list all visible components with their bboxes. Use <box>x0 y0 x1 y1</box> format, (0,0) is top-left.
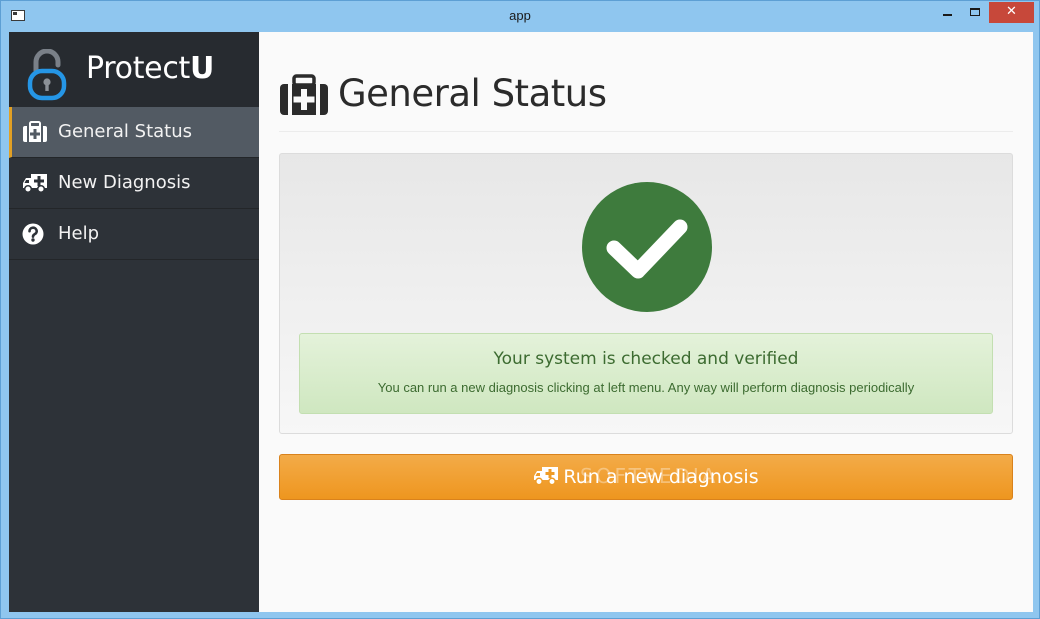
app-content: ProtectU General Status New Diagnosis He… <box>9 32 1033 612</box>
sidebar-item-general-status[interactable]: General Status <box>9 107 259 158</box>
run-diagnosis-button[interactable]: Run a new diagnosis SOFTPEDIA <box>279 454 1013 500</box>
sidebar-item-new-diagnosis[interactable]: New Diagnosis <box>9 158 259 209</box>
close-icon: ✕ <box>1006 4 1017 19</box>
medkit-icon <box>23 121 47 142</box>
brand-name: ProtectU <box>86 51 214 86</box>
app-window: app ✕ ProtectU General Status New Diagno… <box>0 0 1040 619</box>
ambulance-icon <box>23 174 47 194</box>
sidebar: ProtectU General Status New Diagnosis He… <box>9 32 259 612</box>
sidebar-nav: General Status New Diagnosis Help <box>9 107 259 260</box>
sidebar-item-label: New Diagnosis <box>58 172 191 193</box>
run-diagnosis-label: Run a new diagnosis <box>563 466 759 488</box>
question-circle-icon <box>22 223 44 245</box>
maximize-button[interactable] <box>961 2 988 23</box>
brand-name-bold: U <box>189 51 215 86</box>
check-circle-icon <box>582 182 712 312</box>
brand-name-plain: Protect <box>86 51 190 86</box>
sidebar-item-help[interactable]: Help <box>9 209 259 260</box>
page-title: General Status <box>338 72 607 115</box>
minimize-button[interactable] <box>934 2 961 23</box>
status-alert: Your system is checked and verified You … <box>299 333 993 414</box>
close-button[interactable]: ✕ <box>989 2 1034 23</box>
status-panel: Your system is checked and verified You … <box>279 153 1013 434</box>
sidebar-item-label: General Status <box>58 121 193 142</box>
status-heading: Your system is checked and verified <box>493 349 799 369</box>
run-diagnosis-content: Run a new diagnosis <box>280 466 1012 488</box>
minimize-icon <box>943 14 952 16</box>
maximize-icon <box>969 8 980 16</box>
medkit-icon <box>280 74 328 115</box>
page-header: General Status <box>279 72 1013 132</box>
status-message: You can run a new diagnosis clicking at … <box>377 380 915 395</box>
brand-header: ProtectU <box>9 32 259 107</box>
ambulance-icon <box>534 467 559 486</box>
padlock-icon <box>27 49 67 101</box>
main-panel: General Status Your system is checked an… <box>259 32 1033 612</box>
title-bar[interactable]: app ✕ <box>1 1 1039 32</box>
sidebar-item-label: Help <box>58 223 100 244</box>
window-title: app <box>509 8 531 23</box>
